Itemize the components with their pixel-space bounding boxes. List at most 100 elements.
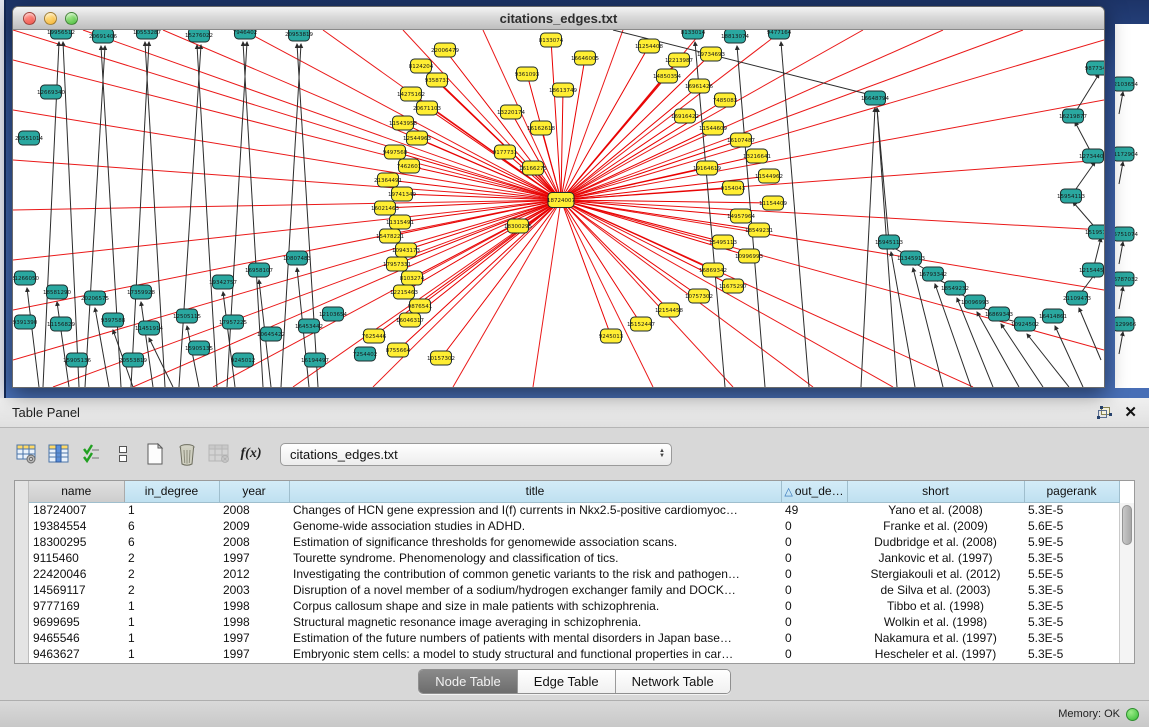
network-view-window[interactable]: citations_edges.txt 19956512206914061055… — [12, 6, 1105, 388]
table-row[interactable]: 1456911722003Disruption of a novel membe… — [29, 582, 1119, 598]
cell-short[interactable]: Hescheler et al. (1997) — [847, 646, 1024, 662]
table-row[interactable]: 946362711997Embryonic stem cells: a mode… — [29, 646, 1119, 662]
cell-name[interactable]: 9699695 — [29, 614, 124, 630]
cell-year[interactable]: 1997 — [219, 550, 289, 566]
cell-pagerank[interactable]: 5.3E-5 — [1024, 614, 1119, 630]
cell-out_degree[interactable]: 0 — [781, 598, 847, 614]
cell-year[interactable]: 1997 — [219, 646, 289, 662]
cell-year[interactable]: 2012 — [219, 566, 289, 582]
close-window-icon[interactable] — [23, 12, 36, 25]
table-row[interactable]: 977716911998Corpus callosum shape and si… — [29, 598, 1119, 614]
cell-name[interactable]: 9115460 — [29, 550, 124, 566]
cell-year[interactable]: 2008 — [219, 534, 289, 550]
table-row[interactable]: 911546021997Tourette syndrome. Phenomeno… — [29, 550, 1119, 566]
cell-short[interactable]: Tibbo et al. (1998) — [847, 598, 1024, 614]
row-check-icon[interactable] — [78, 441, 104, 467]
cell-out_degree[interactable]: 0 — [781, 518, 847, 534]
cell-short[interactable]: Yano et al. (2008) — [847, 502, 1024, 518]
cell-in_degree[interactable]: 1 — [124, 614, 219, 630]
cell-out_degree[interactable]: 0 — [781, 582, 847, 598]
cell-out_degree[interactable]: 0 — [781, 630, 847, 646]
delete-row-icon[interactable] — [174, 441, 200, 467]
select-columns-icon[interactable] — [46, 441, 72, 467]
cell-year[interactable]: 2003 — [219, 582, 289, 598]
scrollbar-thumb[interactable] — [1122, 505, 1132, 545]
column-header-out-degree[interactable]: △out_de… — [781, 481, 847, 502]
cell-title[interactable]: Changes of HCN gene expression and I(f) … — [289, 502, 781, 518]
cell-in_degree[interactable]: 1 — [124, 646, 219, 662]
cell-out_degree[interactable]: 49 — [781, 502, 847, 518]
close-panel-icon[interactable]: ✕ — [1124, 405, 1137, 420]
cell-in_degree[interactable]: 1 — [124, 598, 219, 614]
cell-pagerank[interactable]: 5.3E-5 — [1024, 630, 1119, 646]
table-grid[interactable]: name in_degree year title △out_de… short… — [29, 481, 1134, 663]
cell-short[interactable]: Wolkin et al. (1998) — [847, 614, 1024, 630]
cell-year[interactable]: 1998 — [219, 614, 289, 630]
minimize-window-icon[interactable] — [44, 12, 57, 25]
table-row[interactable]: 2242004622012Investigating the contribut… — [29, 566, 1119, 582]
cell-title[interactable]: Estimation of significance thresholds fo… — [289, 534, 781, 550]
cell-in_degree[interactable]: 2 — [124, 566, 219, 582]
cell-short[interactable]: Dudbridge et al. (2008) — [847, 534, 1024, 550]
cell-title[interactable]: Corpus callosum shape and size in male p… — [289, 598, 781, 614]
cell-in_degree[interactable]: 6 — [124, 518, 219, 534]
tab-network-table[interactable]: Network Table — [616, 670, 730, 693]
cell-out_degree[interactable]: 0 — [781, 550, 847, 566]
column-header-in-degree[interactable]: in_degree — [124, 481, 219, 502]
cell-in_degree[interactable]: 2 — [124, 550, 219, 566]
tab-node-table[interactable]: Node Table — [419, 670, 518, 693]
cell-title[interactable]: Disruption of a novel member of a sodium… — [289, 582, 781, 598]
network-canvas[interactable]: 1995651220691406105532871527602279464022… — [13, 30, 1104, 387]
function-builder-icon[interactable]: f(x) — [238, 441, 264, 467]
cell-pagerank[interactable]: 5.3E-5 — [1024, 582, 1119, 598]
cell-out_degree[interactable]: 0 — [781, 646, 847, 662]
cell-short[interactable]: Jankovic et al. (1997) — [847, 550, 1024, 566]
table-row[interactable]: 1872400712008Changes of HCN gene express… — [29, 502, 1119, 518]
zoom-window-icon[interactable] — [65, 12, 78, 25]
cell-pagerank[interactable]: 5.6E-5 — [1024, 518, 1119, 534]
cell-title[interactable]: Genome-wide association studies in ADHD. — [289, 518, 781, 534]
cell-in_degree[interactable]: 1 — [124, 502, 219, 518]
column-header-pagerank[interactable]: pagerank — [1024, 481, 1119, 502]
cell-in_degree[interactable]: 2 — [124, 582, 219, 598]
column-header-title[interactable]: title — [289, 481, 781, 502]
cell-in_degree[interactable]: 1 — [124, 630, 219, 646]
window-titlebar[interactable]: citations_edges.txt — [13, 7, 1104, 30]
cell-in_degree[interactable]: 6 — [124, 534, 219, 550]
cell-pagerank[interactable]: 5.3E-5 — [1024, 502, 1119, 518]
cell-name[interactable]: 14569117 — [29, 582, 124, 598]
column-header-name[interactable]: name — [29, 481, 124, 502]
cell-short[interactable]: de Silva et al. (2003) — [847, 582, 1024, 598]
float-panel-icon[interactable] — [1097, 406, 1112, 419]
cell-name[interactable]: 19384554 — [29, 518, 124, 534]
cell-title[interactable]: Tourette syndrome. Phenomenology and cla… — [289, 550, 781, 566]
cell-title[interactable]: Estimation of the future numbers of pati… — [289, 630, 781, 646]
cell-pagerank[interactable]: 5.3E-5 — [1024, 550, 1119, 566]
vertical-scrollbar[interactable] — [1119, 503, 1134, 663]
table-row[interactable]: 946554611997Estimation of the future num… — [29, 630, 1119, 646]
table-row[interactable]: 1938455462009Genome-wide association stu… — [29, 518, 1119, 534]
cell-short[interactable]: Nakamura et al. (1997) — [847, 630, 1024, 646]
cell-name[interactable]: 22420046 — [29, 566, 124, 582]
cell-pagerank[interactable]: 5.3E-5 — [1024, 646, 1119, 662]
cell-year[interactable]: 1997 — [219, 630, 289, 646]
cell-year[interactable]: 2008 — [219, 502, 289, 518]
column-header-short[interactable]: short — [847, 481, 1024, 502]
cell-out_degree[interactable]: 0 — [781, 614, 847, 630]
cell-name[interactable]: 9777169 — [29, 598, 124, 614]
cell-title[interactable]: Structural magnetic resonance image aver… — [289, 614, 781, 630]
background-network-window[interactable]: 121036541117290415751074167870329129966 — [1115, 24, 1149, 388]
cell-out_degree[interactable]: 0 — [781, 566, 847, 582]
cell-name[interactable]: 9463627 — [29, 646, 124, 662]
cell-name[interactable]: 18724007 — [29, 502, 124, 518]
new-table-icon[interactable] — [142, 441, 168, 467]
cell-pagerank[interactable]: 5.9E-5 — [1024, 534, 1119, 550]
table-settings-icon[interactable] — [14, 441, 40, 467]
cell-short[interactable]: Franke et al. (2009) — [847, 518, 1024, 534]
cell-out_degree[interactable]: 0 — [781, 534, 847, 550]
table-selector-dropdown[interactable]: citations_edges.txt ▲▼ — [280, 443, 672, 466]
cell-year[interactable]: 1998 — [219, 598, 289, 614]
table-row[interactable]: 969969511998Structural magnetic resonanc… — [29, 614, 1119, 630]
cell-name[interactable]: 9465546 — [29, 630, 124, 646]
cell-year[interactable]: 2009 — [219, 518, 289, 534]
